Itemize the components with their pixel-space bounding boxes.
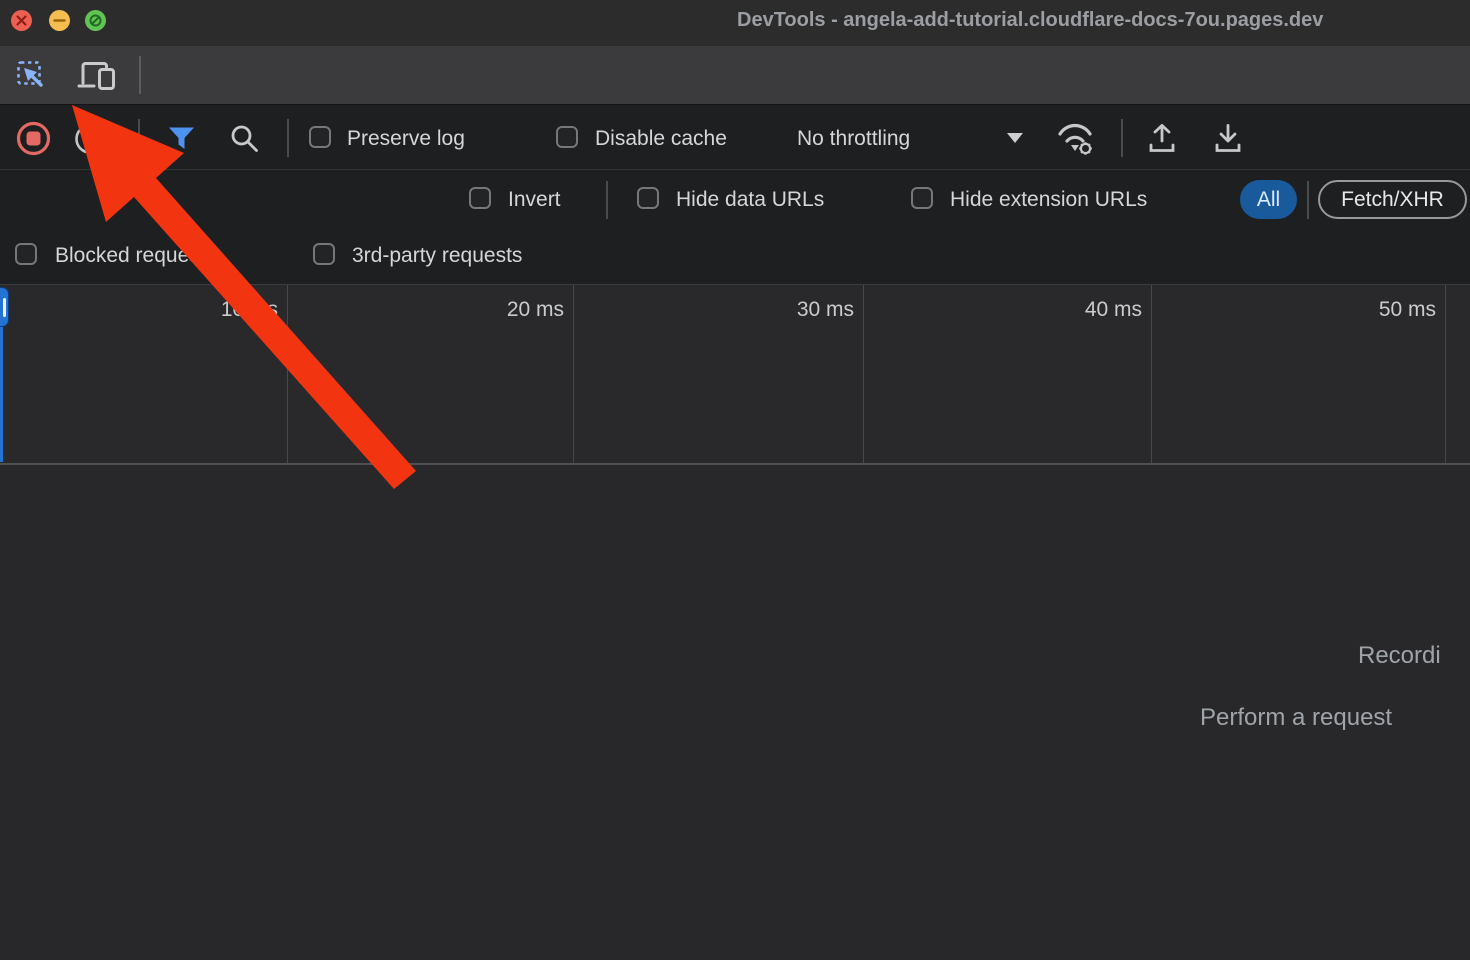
zoom-window-button[interactable]	[85, 10, 106, 31]
empty-state-recording-text: Recordi	[1358, 642, 1441, 670]
filter-chip-all[interactable]: All	[1240, 180, 1297, 219]
inspect-element-button[interactable]	[16, 60, 50, 92]
disable-cache-checkbox[interactable]	[556, 126, 578, 148]
clear-icon	[73, 122, 107, 156]
network-toolbar: Preserve log Disable cache No throttling	[0, 105, 1470, 170]
clear-network-log-button[interactable]	[73, 122, 107, 156]
upload-icon	[1146, 122, 1178, 155]
disable-cache-label: Disable cache	[595, 127, 727, 151]
zoom-icon	[85, 10, 106, 31]
timeline-tick-50ms: 50 ms	[1336, 298, 1436, 322]
timeline-gridline	[863, 285, 864, 463]
preserve-log-checkbox[interactable]	[309, 126, 331, 148]
toolbar-divider	[1307, 181, 1309, 219]
devtools-tab-bar: Console Network Sources Performance Memo…	[0, 46, 1470, 105]
timeline-tick-10ms: 10 ms	[178, 298, 278, 322]
export-har-button[interactable]	[1212, 122, 1244, 155]
throttling-dropdown-button[interactable]	[1006, 132, 1024, 144]
timeline-tick-20ms: 20 ms	[464, 298, 564, 322]
toolbar-divider	[1121, 119, 1123, 157]
minimize-window-button[interactable]	[49, 10, 70, 31]
third-party-requests-checkbox[interactable]	[313, 243, 335, 265]
filter-row: Invert Hide data URLs Hide extension URL…	[0, 170, 1470, 228]
import-har-button[interactable]	[1146, 122, 1178, 155]
toolbar-divider	[139, 56, 141, 94]
toolbar-divider	[606, 181, 608, 219]
preserve-log-label: Preserve log	[347, 127, 465, 151]
stop-recording-icon	[15, 120, 52, 157]
network-conditions-icon	[1054, 119, 1100, 157]
timeline-gridline	[1445, 285, 1446, 463]
record-network-log-button[interactable]	[15, 120, 52, 157]
search-icon	[229, 123, 260, 154]
filter-chip-fetch-xhr[interactable]: Fetch/XHR	[1318, 180, 1467, 219]
timeline-gridline	[573, 285, 574, 463]
download-icon	[1212, 122, 1244, 155]
drag-handle-grip	[3, 298, 6, 317]
network-conditions-button[interactable]	[1054, 119, 1100, 157]
inspect-cursor-icon	[16, 60, 50, 92]
toolbar-divider	[287, 119, 289, 157]
title-bar: DevTools - angela-add-tutorial.cloudflar…	[0, 0, 1470, 46]
hide-data-urls-label: Hide data URLs	[676, 188, 824, 212]
device-toolbar-icon	[76, 59, 120, 93]
invert-checkbox[interactable]	[469, 187, 491, 209]
hide-extension-urls-checkbox[interactable]	[911, 187, 933, 209]
toolbar-divider	[138, 119, 140, 157]
chevron-down-icon	[1006, 132, 1024, 144]
minimize-icon	[49, 10, 70, 31]
timeline-tick-30ms: 30 ms	[754, 298, 854, 322]
devtools-window: DevTools - angela-add-tutorial.cloudflar…	[0, 0, 1470, 960]
timeline-gridline	[287, 285, 288, 463]
filter-chip-fetch-xhr-label: Fetch/XHR	[1341, 188, 1444, 212]
blocked-requests-label: Blocked requests	[55, 244, 216, 268]
timeline-gridline	[1151, 285, 1152, 463]
overview-drag-handle[interactable]	[0, 287, 9, 327]
close-icon	[11, 10, 32, 31]
window-title: DevTools - angela-add-tutorial.cloudflar…	[737, 9, 1323, 32]
close-window-button[interactable]	[11, 10, 32, 31]
requests-panel: Recordi Perform a request	[0, 465, 1470, 960]
hide-extension-urls-label: Hide extension URLs	[950, 188, 1147, 212]
throttling-select[interactable]: No throttling	[797, 127, 910, 151]
search-network-button[interactable]	[229, 123, 260, 154]
hide-data-urls-checkbox[interactable]	[637, 187, 659, 209]
timeline-tick-40ms: 40 ms	[1042, 298, 1142, 322]
third-party-requests-label: 3rd-party requests	[352, 244, 522, 268]
blocked-requests-checkbox[interactable]	[15, 243, 37, 265]
funnel-icon	[168, 126, 195, 151]
toggle-device-toolbar-button[interactable]	[76, 59, 120, 93]
filter-toggle-button[interactable]	[168, 126, 195, 151]
request-filters-row: Blocked requests 3rd-party requests	[0, 228, 1470, 285]
empty-state-instruction-text: Perform a request	[1200, 704, 1392, 732]
filter-chip-all-label: All	[1257, 188, 1280, 212]
invert-label: Invert	[508, 188, 561, 212]
